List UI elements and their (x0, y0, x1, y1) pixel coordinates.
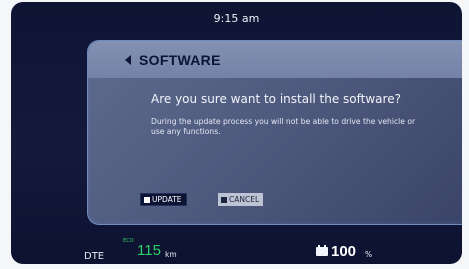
back-arrow-icon[interactable] (125, 54, 131, 65)
range-value: 115 (137, 242, 161, 259)
dte-label: DTE (84, 251, 105, 262)
cancel-button-label: CANCEL (229, 195, 260, 204)
dialog-question: Are you sure want to install the softwar… (151, 92, 401, 106)
dialog-info: During the update process you will not b… (151, 117, 416, 136)
status-time: 9:15 am (213, 12, 260, 25)
footer-bar: DTE ECO 115 km 100 % (11, 230, 462, 264)
software-dialog: SOFTWARE Are you sure want to install th… (87, 40, 462, 225)
vehicle-display: 9:15 am SOFTWARE Are you sure want to in… (11, 2, 462, 264)
battery-value: 100 (331, 243, 357, 260)
dialog-header: SOFTWARE (88, 41, 462, 78)
update-button[interactable]: UPDATE (140, 193, 187, 206)
dialog-title: SOFTWARE (139, 51, 221, 68)
cancel-button-icon (221, 196, 227, 203)
range-unit: km (165, 250, 177, 259)
eco-label: ECO (123, 238, 134, 244)
update-button-icon (144, 196, 150, 203)
battery-unit: % (365, 250, 373, 259)
update-button-label: UPDATE (152, 195, 182, 204)
battery-icon (316, 245, 328, 256)
cancel-button[interactable]: CANCEL (218, 193, 264, 206)
